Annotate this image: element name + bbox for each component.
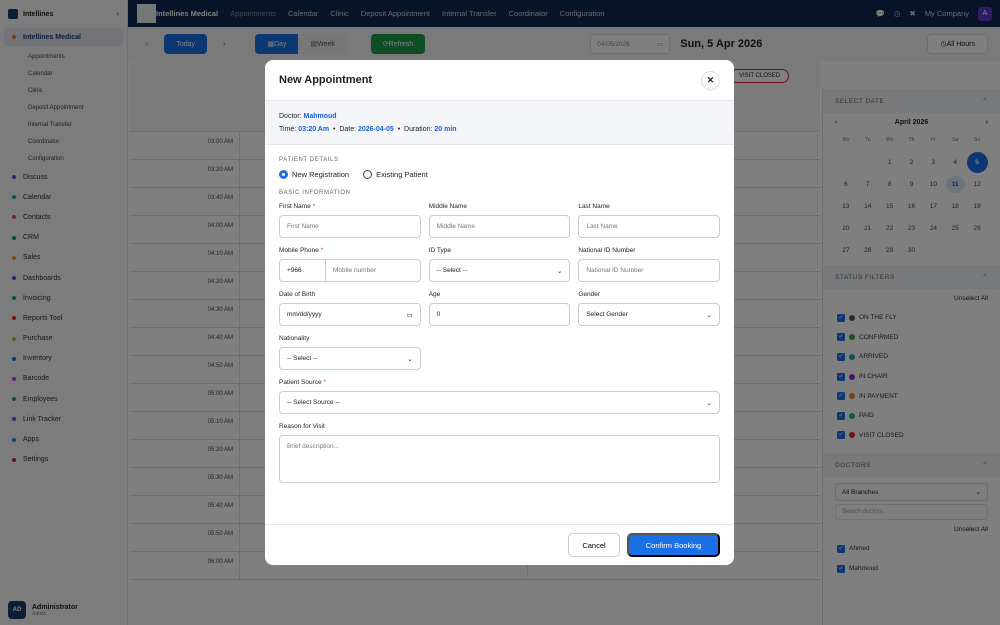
national-id-label: National ID Number (578, 247, 636, 254)
nationality-select[interactable]: -- Select -- ⌄ (279, 347, 421, 370)
time-label: Time: (279, 126, 297, 133)
date-value: 2026-04-05 (358, 126, 394, 133)
new-registration-radio[interactable]: New Registration (279, 170, 349, 179)
chevron-down-icon: ⌄ (706, 311, 712, 319)
last-name-input[interactable]: Last Name (578, 215, 720, 238)
cancel-button[interactable]: Cancel (568, 533, 620, 557)
time-value: 03:20 Am (298, 126, 330, 133)
middle-name-label: Middle Name (428, 203, 467, 210)
radio-unchecked-icon (363, 170, 373, 179)
calendar-icon: ▭ (406, 311, 413, 319)
first-name-label: First Name * (279, 203, 316, 210)
gender-label: Gender (578, 291, 601, 298)
reason-label: Reason for Visit (279, 423, 325, 430)
id-type-select[interactable]: -- Select -- ⌄ (428, 259, 571, 282)
doctor-label: Doctor: (279, 113, 302, 120)
national-id-input[interactable]: National ID Number (578, 259, 720, 282)
dob-input[interactable]: mm/dd/yyyy ▭ (279, 303, 421, 326)
existing-patient-radio[interactable]: Existing Patient (363, 170, 428, 179)
gender-select[interactable]: Select Gender ⌄ (578, 303, 720, 326)
date-label: Date: (339, 126, 357, 133)
chevron-down-icon: ⌄ (407, 355, 413, 363)
chevron-down-icon: ⌄ (556, 267, 563, 275)
reason-textarea[interactable]: Brief description... (279, 435, 720, 483)
country-code-field[interactable]: +966 (279, 259, 326, 282)
nationality-label: Nationality (279, 335, 310, 342)
radio-label: Existing Patient (376, 170, 428, 179)
duration-label: Duration: (404, 126, 433, 133)
patient-source-select[interactable]: -- Select Source -- ⌄ (279, 391, 720, 414)
appointment-summary: Doctor: Mahmoud Time: 03:20 Am • Date: 2… (265, 101, 734, 145)
patient-details-heading: PATIENT DETAILS (279, 157, 339, 163)
age-input[interactable]: 0 (428, 303, 571, 326)
mobile-label: Mobile Phone * (279, 247, 324, 254)
basic-info-heading: BASIC INFORMATION (279, 190, 351, 196)
mobile-input[interactable]: Mobile number (326, 259, 421, 282)
patient-source-label: Patient Source * (279, 379, 326, 386)
radio-checked-icon (279, 170, 288, 179)
new-appointment-modal: New Appointment ✕ Doctor: Mahmoud Time: 0… (265, 60, 734, 565)
modal-title: New Appointment (279, 74, 373, 86)
chevron-down-icon: ⌄ (706, 399, 712, 407)
first-name-input[interactable]: First Name (279, 215, 421, 238)
middle-name-input[interactable]: Middle Name (428, 215, 571, 238)
doctor-value: Mahmoud (303, 113, 337, 120)
close-icon[interactable]: ✕ (701, 70, 720, 90)
age-label: Age (428, 291, 441, 298)
confirm-booking-button[interactable]: Confirm Booking (627, 533, 720, 557)
id-type-label: ID Type (428, 247, 451, 254)
last-name-label: Last Name (578, 203, 610, 210)
dob-label: Date of Birth (279, 291, 316, 298)
duration-value: 20 min (434, 126, 457, 133)
radio-label: New Registration (292, 170, 350, 179)
